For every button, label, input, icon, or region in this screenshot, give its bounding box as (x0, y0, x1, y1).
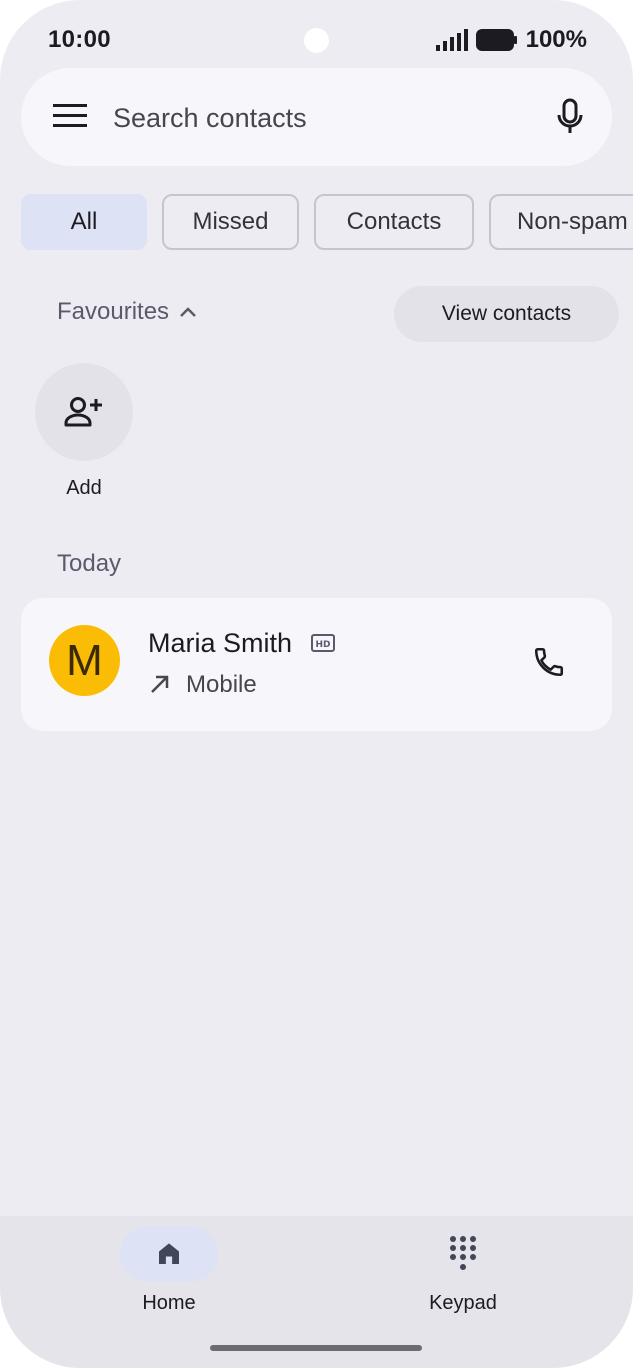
avatar[interactable]: M (49, 625, 120, 696)
status-icons: 100% (435, 26, 587, 54)
outgoing-call-arrow-icon (151, 675, 169, 693)
nav-label-home: Home (142, 1292, 196, 1314)
nav-item-home[interactable]: Home (99, 1226, 239, 1315)
chip-label: All (70, 208, 98, 235)
nav-label-keypad: Keypad (429, 1292, 497, 1314)
call-type: Mobile (186, 671, 257, 698)
add-person-icon (64, 397, 102, 427)
chevron-up-icon (180, 307, 196, 317)
add-favourite-label: Add (66, 477, 102, 499)
nav-item-keypad[interactable]: Keypad (393, 1226, 533, 1315)
call-log-item[interactable]: M Maria Smith HD Mobile (21, 598, 612, 731)
view-contacts-label: View contacts (441, 302, 572, 325)
hd-badge: HD (315, 640, 330, 650)
status-time: 10:00 (48, 26, 111, 53)
menu-icon[interactable] (53, 104, 87, 128)
add-favourite-button[interactable] (35, 363, 133, 461)
favourites-toggle[interactable]: Favourites (57, 298, 197, 326)
nav-pill-keypad (414, 1226, 512, 1282)
favourites-label: Favourites (57, 298, 170, 325)
battery-icon (475, 29, 517, 51)
chip-label: Contacts (346, 208, 442, 235)
chip-label: Missed (192, 208, 269, 235)
chip-contacts[interactable]: Contacts (314, 194, 474, 250)
chip-non-spam[interactable]: Non-spam (489, 194, 633, 250)
contact-name: Maria Smith (148, 628, 293, 658)
chip-missed[interactable]: Missed (162, 194, 299, 250)
search-bar[interactable] (21, 68, 612, 166)
dialpad-icon (450, 1236, 476, 1270)
call-button[interactable] (521, 634, 577, 690)
home-indicator-bar[interactable] (210, 1345, 422, 1351)
microphone-icon[interactable] (556, 98, 584, 136)
nav-pill-home (120, 1226, 218, 1282)
section-today-label: Today (57, 550, 122, 577)
search-input[interactable] (113, 98, 533, 138)
view-contacts-button[interactable]: View contacts (394, 286, 619, 342)
chip-label: Non-spam (517, 208, 628, 235)
hd-call-icon: HD (311, 634, 335, 652)
phone-icon (534, 647, 564, 677)
camera-cutout (304, 28, 329, 53)
home-icon (159, 1243, 179, 1264)
chip-all[interactable]: All (21, 194, 147, 250)
battery-percentage: 100% (525, 26, 587, 53)
avatar-initial: M (66, 635, 103, 685)
signal-icon (435, 29, 468, 51)
phone-screen: 10:00 100% Search contacts All Missed Co… (0, 0, 633, 1368)
